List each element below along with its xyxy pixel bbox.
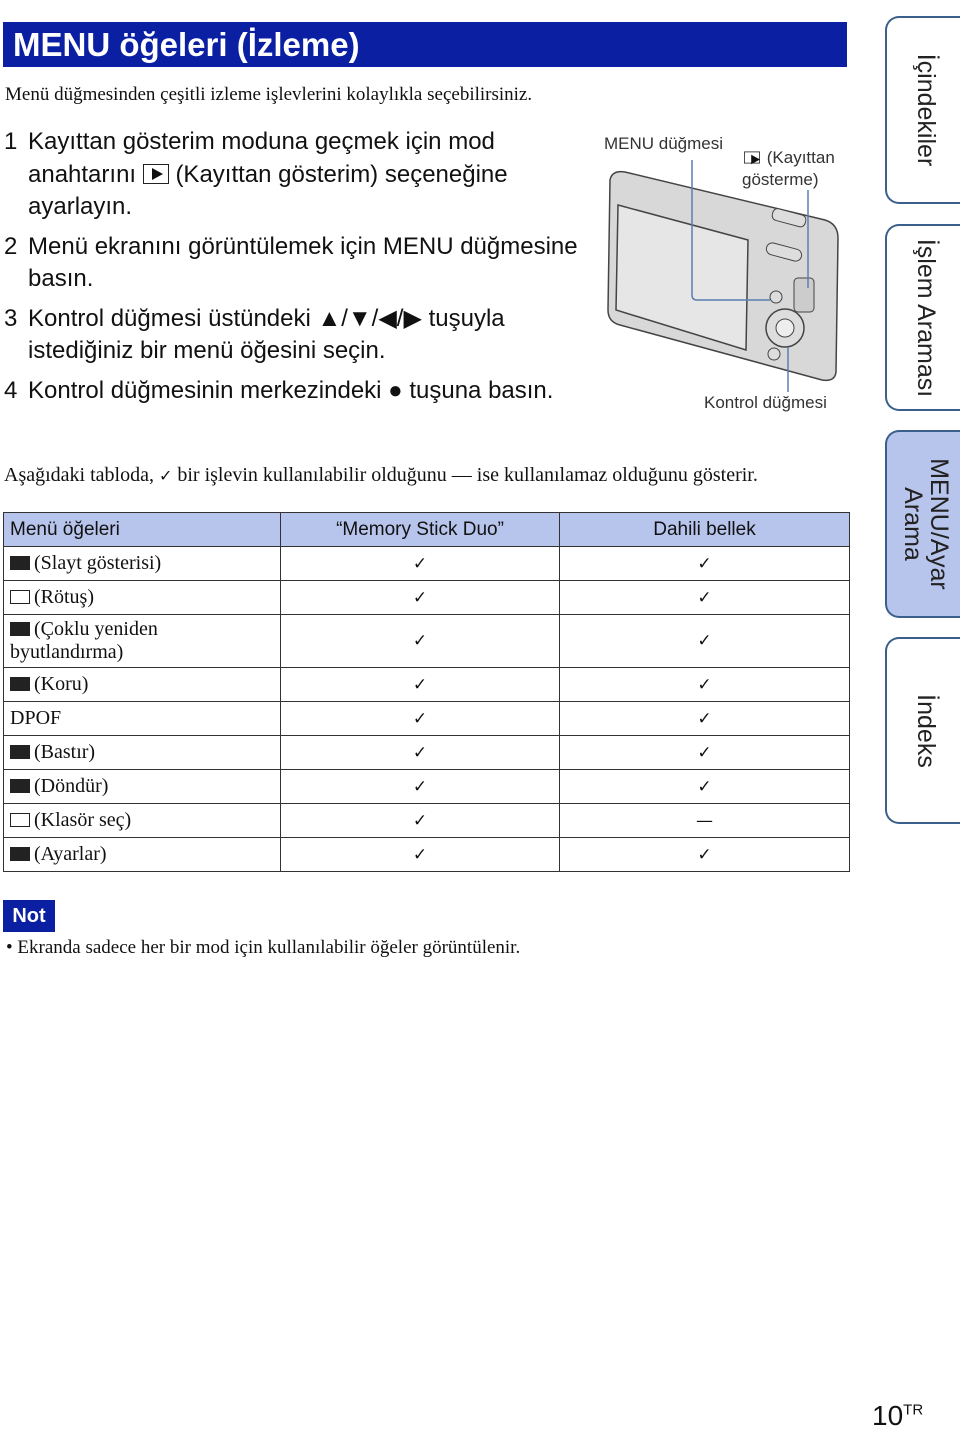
memory-stick-cell: ✓ <box>280 769 560 804</box>
menu-button-label: MENU düğmesi <box>604 134 724 153</box>
memory-stick-cell: ✓ <box>280 837 560 872</box>
internal-memory-cell: ✓ <box>559 667 850 702</box>
rotate-icon <box>10 779 30 793</box>
menu-item-label: (Bastır) <box>34 741 96 763</box>
menu-item-cell: (Çoklu yeniden byutlandırma) <box>3 614 281 668</box>
internal-memory-cell: ✓ <box>559 580 850 615</box>
step-text: Menü ekranını görüntülemek için MENU düğ… <box>28 232 578 293</box>
tab-label: MENU/Ayar Arama <box>899 458 953 590</box>
table-description: Aşağıdaki tabloda, ✓ bir işlevin kullanı… <box>4 464 758 487</box>
step-number: 3 <box>4 304 18 332</box>
step-1: 1 Kayıttan gösterim moduna geçmek için mo… <box>4 126 584 224</box>
memory-stick-cell: ✓ <box>280 580 560 615</box>
menu-item-label: (Rötuş) <box>34 586 94 608</box>
menu-item-cell: (Döndür) <box>3 769 281 804</box>
tab-label: İçindekiler <box>912 53 940 167</box>
intro-text: Menü düğmesinden çeşitli izleme işlevler… <box>5 84 533 105</box>
page-title: MENU öğeleri (İzleme) <box>3 22 847 67</box>
step-4: 4 Kontrol düğmesinin merkezindeki ● tuşun… <box>4 375 584 408</box>
table-row: (Klasör seç) ✓ — <box>3 803 850 838</box>
memory-stick-cell: ✓ <box>280 614 560 668</box>
menu-item-label: (Ayarlar) <box>34 843 107 865</box>
multi-resize-icon <box>10 622 30 636</box>
step-number: 2 <box>4 232 18 260</box>
toolbox-icon <box>10 847 30 861</box>
menu-item-cell: (Ayarlar) <box>3 837 281 872</box>
table-row: (Rötuş) ✓ ✓ <box>3 580 850 615</box>
menu-item-label: (Koru) <box>34 673 89 695</box>
check-icon: ✓ <box>158 466 173 485</box>
menu-item-label: (Klasör seç) <box>34 809 132 831</box>
menu-item-label: (Slayt gösterisi) <box>34 552 162 574</box>
description-text: Aşağıdaki tabloda, <box>4 464 154 486</box>
memory-stick-cell: ✓ <box>280 546 560 581</box>
menu-item-cell: DPOF <box>3 701 281 736</box>
tab-label: İndeks <box>912 693 940 768</box>
internal-memory-cell: ✓ <box>559 701 850 736</box>
internal-memory-cell: ✓ <box>559 546 850 581</box>
tab-index[interactable]: İndeks <box>885 637 960 824</box>
camera-illustration <box>607 160 839 392</box>
menu-item-cell: (Klasör seç) <box>3 803 281 838</box>
note-text: • Ekranda sadece her bir mod için kullan… <box>6 937 521 958</box>
memory-stick-cell: ✓ <box>280 803 560 838</box>
internal-memory-cell: ✓ <box>559 769 850 804</box>
table-row: (Döndür) ✓ ✓ <box>3 769 850 804</box>
menu-item-label: (Çoklu yeniden byutlandırma) <box>10 618 158 663</box>
menu-item-label: (Döndür) <box>34 775 109 797</box>
folder-icon <box>10 813 30 827</box>
step-text: Kontrol düğmesinin merkezindeki ● tuşuna… <box>28 376 554 404</box>
table-header-row: Menü öğeleri “Memory Stick Duo” Dahili b… <box>3 512 850 547</box>
internal-memory-cell: ✓ <box>559 614 850 668</box>
column-header: “Memory Stick Duo” <box>280 512 560 547</box>
memory-stick-cell: ✓ <box>280 735 560 770</box>
retouch-icon <box>10 590 30 604</box>
menu-item-label: DPOF <box>10 707 62 729</box>
steps-list: 1 Kayıttan gösterim moduna geçmek için mo… <box>4 126 584 414</box>
memory-stick-cell: ✓ <box>280 701 560 736</box>
tab-contents[interactable]: İçindekiler <box>885 16 960 204</box>
tab-operation-search[interactable]: İşlem Araması <box>885 224 960 411</box>
step-3: 3 Kontrol düğmesi üstündeki ▲/▼/◀/▶ tuşuy… <box>4 303 584 368</box>
note-text-body: Ekranda sadece her bir mod için kullanıl… <box>17 937 521 958</box>
table-row: (Koru) ✓ ✓ <box>3 667 850 702</box>
table-row: DPOF ✓ ✓ <box>3 701 850 736</box>
memory-stick-cell: ✓ <box>280 667 560 702</box>
page-suffix: TR <box>903 1401 924 1419</box>
table-row: (Çoklu yeniden byutlandırma) ✓ ✓ <box>3 614 850 668</box>
step-number: 1 <box>4 128 18 155</box>
table-row: (Ayarlar) ✓ ✓ <box>3 837 850 872</box>
slideshow-icon <box>10 556 30 570</box>
description-text: bir işlevin kullanılabilir olduğunu — is… <box>177 464 758 486</box>
table-row: (Slayt gösterisi) ✓ ✓ <box>3 546 850 581</box>
internal-memory-cell: — <box>559 803 850 838</box>
page-number-value: 10 <box>872 1400 904 1431</box>
table-row: (Bastır) ✓ ✓ <box>3 735 850 770</box>
print-icon <box>10 745 30 759</box>
menu-item-cell: (Koru) <box>3 667 281 702</box>
menu-item-cell: (Rötuş) <box>3 580 281 615</box>
protect-key-icon <box>10 677 30 691</box>
note-badge: Not <box>3 900 55 932</box>
step-text: Kontrol düğmesi üstündeki ▲/▼/◀/▶ tuşuyl… <box>28 304 505 365</box>
column-header: Dahili bellek <box>559 512 850 547</box>
tab-menu-settings-search[interactable]: MENU/Ayar Arama <box>885 430 960 618</box>
tab-label: İşlem Araması <box>912 238 940 397</box>
playback-icon <box>142 163 169 184</box>
internal-memory-cell: ✓ <box>559 735 850 770</box>
step-2: 2 Menü ekranını görüntülemek için MENU dü… <box>4 231 584 296</box>
menu-item-cell: (Bastır) <box>3 735 281 770</box>
menu-item-cell: (Slayt gösterisi) <box>3 546 281 581</box>
page-number: 10TR <box>872 1400 923 1432</box>
internal-memory-cell: ✓ <box>559 837 850 872</box>
column-header: Menü öğeleri <box>3 512 281 547</box>
menu-items-table: Menü öğeleri “Memory Stick Duo” Dahili b… <box>3 512 850 872</box>
step-number: 4 <box>4 376 18 404</box>
